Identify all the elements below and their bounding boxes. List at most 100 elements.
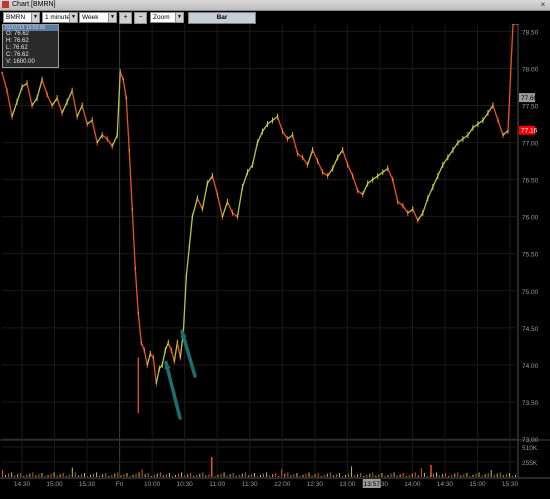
volume-bar (244, 472, 246, 477)
volume-bar (53, 472, 55, 477)
data-point (36, 97, 38, 99)
data-point (179, 356, 181, 359)
volume-bar (114, 473, 116, 477)
data-point (412, 208, 414, 210)
volume-bar (351, 466, 353, 477)
data-point (357, 190, 359, 192)
data-point (21, 86, 23, 88)
data-point (196, 197, 198, 199)
data-point (347, 164, 349, 166)
volume-bar (135, 473, 137, 477)
data-point (281, 130, 284, 133)
data-point (367, 182, 369, 184)
data-point (332, 167, 334, 170)
period-select[interactable]: Week ▼ (79, 12, 117, 23)
data-point (6, 90, 8, 92)
data-point (188, 245, 190, 247)
data-point (140, 342, 142, 344)
volume-bar (360, 473, 362, 477)
volume-bar (344, 474, 346, 477)
volume-bar (50, 473, 52, 477)
symbol-select[interactable]: BMRN ▼ (3, 12, 40, 23)
chart-style-button[interactable]: Bar (188, 12, 256, 24)
data-point (256, 141, 259, 144)
highlight-time-label: 13:57 (364, 481, 381, 488)
x-tick-label: 14:00 (404, 481, 421, 488)
data-point (342, 149, 344, 151)
title-bar[interactable]: Chart [BMRN] × (0, 0, 550, 11)
x-tick-label: 10:00 (144, 481, 161, 488)
volume-bar (20, 473, 22, 477)
data-point (236, 216, 239, 218)
volume-bar (90, 474, 92, 477)
volume-bar (162, 475, 164, 477)
volume-bar (451, 474, 453, 477)
data-point (71, 90, 73, 92)
volume-bar (178, 473, 180, 477)
chevron-down-icon: ▼ (108, 13, 116, 22)
volume-bar (387, 474, 389, 477)
zoom-in-button[interactable]: + (119, 12, 132, 24)
chevron-down-icon: ▼ (31, 13, 39, 22)
volume-bar (214, 476, 216, 477)
volume-bar (8, 473, 10, 477)
zoom-out-button[interactable]: − (134, 12, 147, 24)
volume-bar (302, 474, 304, 477)
volume-bar (378, 474, 380, 477)
volume-bar (320, 476, 322, 477)
data-point (161, 364, 163, 366)
data-point (101, 134, 103, 136)
data-point (497, 119, 499, 121)
volume-bar (193, 476, 195, 477)
volume-bar (393, 472, 395, 477)
ohlc-low: L: 76.62 (6, 45, 28, 51)
data-point (377, 175, 379, 177)
data-point (216, 193, 219, 196)
x-tick-label: 15:00 (469, 481, 486, 488)
data-point (427, 197, 429, 199)
data-point (337, 156, 339, 158)
volume-bar (335, 474, 337, 477)
data-point (11, 116, 13, 118)
period-value: Week (82, 14, 99, 21)
volume-bar (153, 474, 155, 477)
interval-select[interactable]: 1 minute ▼ (42, 12, 78, 23)
close-icon[interactable]: × (538, 0, 548, 9)
volume-bar (102, 474, 104, 477)
volume-bar (256, 476, 258, 477)
y-tick-label: 75.00 (522, 289, 539, 296)
volume-bar (396, 475, 398, 477)
volume-bar (165, 474, 167, 477)
ohlc-tooltip: 01/07/13 13:55:00 O: 76.62 H: 76.62 L: 7… (2, 24, 59, 68)
data-point (397, 201, 399, 203)
price-chart[interactable]: 73.00 73.50 74.00 74.50 75.00 75.50 76.00 76.50… (0, 24, 550, 499)
data-point (417, 219, 419, 221)
volume-bar (408, 474, 410, 477)
volume-bar (196, 474, 198, 477)
volume-bar (326, 473, 328, 477)
y-tick-label: 77.50 (522, 104, 539, 111)
volume-bar (308, 472, 310, 477)
volume-bar (305, 473, 307, 477)
data-point (119, 71, 121, 73)
volume-bar (80, 474, 82, 477)
data-point (128, 149, 130, 151)
volume-bar (475, 473, 477, 477)
volume-bar (338, 473, 340, 477)
y-tick-label: 73.00 (522, 437, 539, 444)
data-point (467, 134, 469, 136)
data-point (251, 164, 254, 166)
data-point (502, 134, 504, 136)
volume-bar (478, 472, 480, 477)
x-tick-label: 13:00 (339, 481, 356, 488)
volume-bar (426, 476, 428, 477)
volume-bar (86, 476, 88, 477)
ohlc-high: H: 76.62 (6, 38, 29, 44)
data-point (91, 119, 93, 121)
data-point (158, 367, 160, 370)
interval-value: 1 minute (45, 14, 70, 21)
volume-bar (241, 473, 243, 477)
volume-bar (348, 473, 350, 477)
volume-bar (384, 476, 386, 477)
zoom-select[interactable]: Zoom ▼ (150, 12, 184, 23)
